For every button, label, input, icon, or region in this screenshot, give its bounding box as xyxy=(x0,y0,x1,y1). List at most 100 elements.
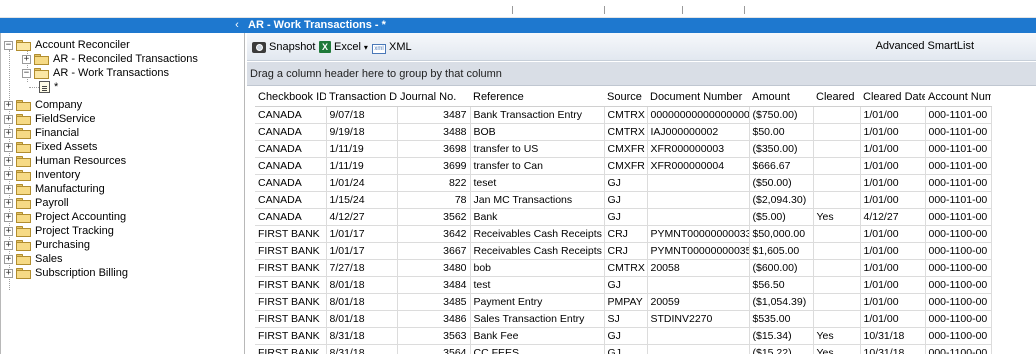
table-row[interactable]: CANADA 4/12/27 3562 Bank GJ ($5.00) Yes 4/12/27… xyxy=(255,208,992,226)
table-row[interactable]: CANADA 9/19/18 3488 BOB CMTRX IAJ000000002 $50… xyxy=(255,123,992,141)
tree-item-sales[interactable]: + Sales xyxy=(4,252,63,266)
column-header-cleared-date[interactable]: Cleared Date xyxy=(860,89,925,107)
table-row[interactable]: CANADA 1/11/19 3698 transfer to US CMXFR XFR0… xyxy=(255,140,992,158)
snapshot-button[interactable]: Snapshot xyxy=(252,40,315,54)
cell-document-number: 00000000000000000001 xyxy=(647,106,750,124)
cell-transaction-date: 8/01/18 xyxy=(326,310,398,328)
table-body: CANADA 9/07/18 3487 Bank Transaction Entry C… xyxy=(255,106,992,354)
table-row[interactable]: FIRST BANK 7/27/18 3480 bob CMTRX 20058 ($600.… xyxy=(255,259,992,277)
table-row[interactable]: FIRST BANK 8/31/18 3564 CC FEES GJ ($15.22) Ye… xyxy=(255,344,992,354)
cell-journal-no: 3488 xyxy=(397,123,471,141)
tree-item-financial[interactable]: + Financial xyxy=(4,126,79,140)
column-header-account-number[interactable]: Account Number xyxy=(925,89,991,107)
table-row[interactable]: CANADA 1/01/24 822 teset GJ ($50.00) 1/01/00 00… xyxy=(255,174,992,192)
expand-icon[interactable]: + xyxy=(4,156,13,166)
expand-icon[interactable]: + xyxy=(4,142,13,152)
tree-item-label: Payroll xyxy=(35,197,69,209)
tree-item-label: Fixed Assets xyxy=(35,141,98,153)
expand-icon[interactable]: + xyxy=(4,268,13,278)
collapse-icon[interactable]: − xyxy=(22,68,31,78)
expand-icon[interactable]: + xyxy=(4,212,13,222)
cell-reference: teset xyxy=(470,174,605,192)
expand-icon[interactable]: + xyxy=(4,198,13,208)
collapse-icon[interactable]: − xyxy=(4,40,13,50)
camera-icon xyxy=(252,41,266,53)
column-header-reference[interactable]: Reference xyxy=(470,89,604,107)
table-row[interactable]: FIRST BANK 8/31/18 3563 Bank Fee GJ ($15.34) Y… xyxy=(255,327,992,345)
folder-icon xyxy=(16,253,31,265)
cell-reference: Bank Transaction Entry xyxy=(470,106,605,124)
chevron-down-icon[interactable]: ▾ xyxy=(364,43,368,52)
tree-item-project-tracking[interactable]: + Project Tracking xyxy=(4,224,114,238)
cell-transaction-date: 8/31/18 xyxy=(326,327,398,345)
table-row[interactable]: CANADA 1/15/24 78 Jan MC Transactions GJ ($2,… xyxy=(255,191,992,209)
group-by-bar[interactable]: Drag a column header here to group by th… xyxy=(247,62,1036,86)
tree-item-payroll[interactable]: + Payroll xyxy=(4,196,69,210)
table-row[interactable]: CANADA 1/11/19 3699 transfer to Can CMXFR XFR… xyxy=(255,157,992,175)
cell-document-number xyxy=(647,208,750,226)
expand-icon[interactable]: + xyxy=(4,114,13,124)
tree-item-account-reconciler[interactable]: − Account Reconciler xyxy=(4,38,130,52)
column-header-document-number[interactable]: Document Number xyxy=(647,89,749,107)
expand-icon[interactable]: + xyxy=(4,240,13,250)
cell-checkbook-id: CANADA xyxy=(255,123,327,141)
cell-account-number: 000-1101-00 xyxy=(925,191,992,209)
cell-account-number: 000-1101-00 xyxy=(925,174,992,192)
cell-account-number: 000-1100-00 xyxy=(925,293,992,311)
results-grid: Checkbook ID/ Transaction Date Journal N… xyxy=(247,87,1036,354)
divider xyxy=(682,6,683,14)
cell-cleared-date: 4/12/27 xyxy=(860,208,926,226)
cell-account-number: 000-1100-00 xyxy=(925,259,992,277)
expand-icon[interactable]: + xyxy=(4,254,13,264)
column-header-cleared[interactable]: Cleared xyxy=(813,89,860,107)
expand-icon[interactable]: + xyxy=(4,170,13,180)
column-header-amount[interactable]: Amount xyxy=(749,89,813,107)
tree-item-label: Project Accounting xyxy=(35,211,127,223)
expand-icon[interactable]: + xyxy=(4,184,13,194)
tree-item-manufacturing[interactable]: + Manufacturing xyxy=(4,182,105,196)
cell-cleared xyxy=(813,123,861,141)
table-row[interactable]: FIRST BANK 1/01/17 3642 Receivables Cash Re… xyxy=(255,225,992,243)
tree-item-purchasing[interactable]: + Purchasing xyxy=(4,238,90,252)
tree-item-company[interactable]: + Company xyxy=(4,98,82,112)
column-header-transaction-date[interactable]: Transaction Date xyxy=(326,89,397,107)
expand-icon[interactable]: + xyxy=(4,128,13,138)
table-row[interactable]: FIRST BANK 8/01/18 3484 test GJ $56.50 1/01/00… xyxy=(255,276,992,294)
cell-source: GJ xyxy=(604,344,648,354)
table-row[interactable]: FIRST BANK 8/01/18 3486 Sales Transaction E… xyxy=(255,310,992,328)
table-row[interactable]: FIRST BANK 1/01/17 3667 Receivables Cash Re… xyxy=(255,242,992,260)
cell-amount: ($1,054.39) xyxy=(749,293,814,311)
cell-account-number: 000-1100-00 xyxy=(925,242,992,260)
expand-icon[interactable]: + xyxy=(4,226,13,236)
tree-item-ar-reconciled-transactions[interactable]: + AR - Reconciled Transactions xyxy=(22,52,198,66)
expand-icon[interactable]: + xyxy=(4,100,13,110)
excel-button[interactable]: X Excel ▾ xyxy=(319,40,368,54)
tree-item-fieldservice[interactable]: + FieldService xyxy=(4,112,96,126)
tree-item-default-view[interactable]: * xyxy=(39,80,58,94)
cell-document-number: 20058 xyxy=(647,259,750,277)
cell-document-number xyxy=(647,276,750,294)
xml-button[interactable]: xml XML xyxy=(372,40,412,54)
tree-item-project-accounting[interactable]: + Project Accounting xyxy=(4,210,126,224)
table-row[interactable]: CANADA 9/07/18 3487 Bank Transaction Entry C… xyxy=(255,106,992,124)
tree-item-label: AR - Work Transactions xyxy=(53,67,169,79)
cell-document-number xyxy=(647,327,750,345)
column-header-checkbook-id[interactable]: Checkbook ID/ xyxy=(255,89,326,107)
tree-item-fixed-assets[interactable]: + Fixed Assets xyxy=(4,140,97,154)
advanced-smartlist-link[interactable]: Advanced SmartList xyxy=(876,40,974,52)
tree-item-ar-work-transactions[interactable]: − AR - Work Transactions xyxy=(22,66,169,80)
tree-item-label: Inventory xyxy=(35,169,81,181)
divider xyxy=(604,6,605,14)
cell-journal-no: 3667 xyxy=(397,242,471,260)
cell-amount: $666.67 xyxy=(749,157,814,175)
tree-item-subscription-billing[interactable]: + Subscription Billing xyxy=(4,266,128,280)
collapse-pane-button[interactable]: ‹ xyxy=(232,18,242,33)
table-row[interactable]: FIRST BANK 8/01/18 3485 Payment Entry PMPAY 2… xyxy=(255,293,992,311)
tree-item-inventory[interactable]: + Inventory xyxy=(4,168,80,182)
cell-reference: CC FEES xyxy=(470,344,605,354)
column-header-journal-no[interactable]: Journal No. xyxy=(397,89,470,107)
expand-icon[interactable]: + xyxy=(22,54,31,64)
tree-item-human-resources[interactable]: + Human Resources xyxy=(4,154,126,168)
tree-item-label: Financial xyxy=(35,127,80,139)
column-header-source[interactable]: Source xyxy=(604,89,647,107)
